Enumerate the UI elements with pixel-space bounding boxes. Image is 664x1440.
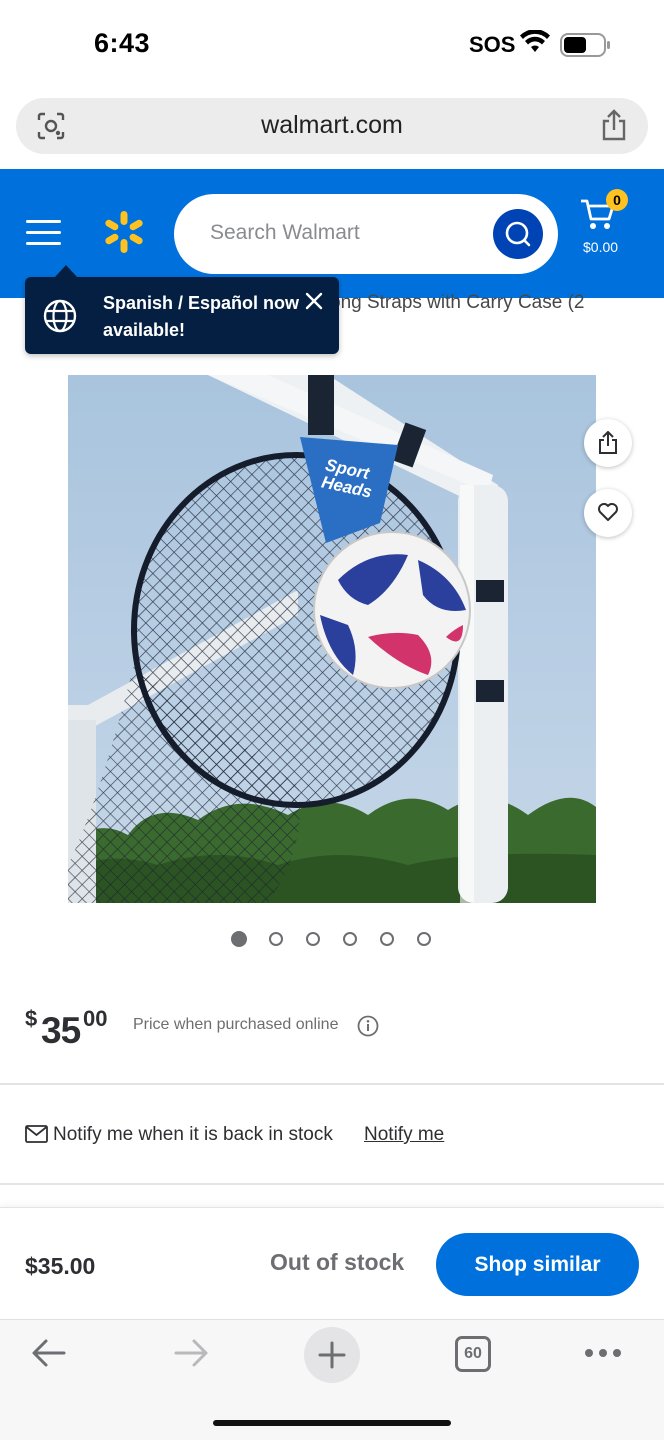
image-share-button[interactable] — [584, 419, 632, 467]
cart-button[interactable]: 0 $0.00 — [579, 189, 629, 259]
divider — [0, 1183, 664, 1185]
search-button[interactable] — [493, 209, 543, 259]
tooltip-text: Spanish / Español now available! — [103, 293, 300, 340]
price-cents: 00 — [83, 1006, 108, 1031]
forward-arrow-icon[interactable] — [172, 1334, 210, 1372]
status-bar: 6:43 SOS — [0, 0, 664, 90]
out-of-stock-label: Out of stock — [270, 1249, 405, 1275]
mail-icon — [25, 1125, 48, 1143]
search-input[interactable]: Search Walmart — [174, 194, 558, 274]
price-whole: 35 — [41, 1010, 81, 1051]
carousel-dot[interactable] — [343, 932, 357, 946]
heart-icon — [598, 503, 618, 521]
image-carousel-dots — [230, 931, 440, 948]
info-icon[interactable] — [357, 1015, 379, 1037]
product-image[interactable]: Sport Heads — [68, 375, 596, 903]
tooltip-arrow — [55, 265, 77, 277]
cart-total: $0.00 — [583, 239, 619, 255]
plus-icon — [318, 1341, 346, 1369]
share-icon[interactable] — [600, 109, 628, 141]
carousel-dot[interactable] — [306, 932, 320, 946]
divider — [0, 1083, 664, 1085]
language-tooltip: Spanish / Español now available! — [25, 265, 339, 354]
more-icon[interactable] — [584, 1348, 622, 1358]
status-carrier: SOS — [469, 32, 516, 57]
new-tab-button[interactable] — [304, 1327, 360, 1383]
back-arrow-icon[interactable] — [30, 1334, 68, 1372]
carousel-dot[interactable] — [417, 932, 431, 946]
search-icon — [505, 221, 531, 247]
notify-text: Notify me when it is back in stock — [53, 1124, 333, 1145]
shop-similar-button[interactable]: Shop similar — [436, 1233, 639, 1296]
share-icon — [599, 431, 617, 454]
notify-row: Notify me when it is back in stock Notif… — [25, 1122, 645, 1152]
menu-icon[interactable] — [26, 220, 61, 246]
globe-icon — [43, 299, 77, 333]
sticky-purchase-bar: $35.00 Out of stock Shop similar — [0, 1207, 664, 1319]
url-text[interactable]: walmart.com — [16, 111, 648, 140]
product-title: ong Straps with Carry Case (2 — [330, 292, 585, 313]
home-indicator — [213, 1420, 451, 1426]
favorite-button[interactable] — [584, 489, 632, 537]
search-placeholder: Search Walmart — [210, 221, 360, 244]
sticky-price: $35.00 — [25, 1253, 96, 1279]
close-icon[interactable] — [304, 291, 324, 311]
url-bar[interactable]: walmart.com — [16, 98, 648, 154]
price-note: Price when purchased online — [133, 1016, 339, 1033]
browser-toolbar: 60 — [0, 1319, 664, 1440]
cart-count-badge: 0 — [606, 189, 628, 211]
notify-me-link[interactable]: Notify me — [364, 1124, 444, 1146]
wifi-icon — [520, 30, 550, 52]
carousel-dot[interactable] — [380, 932, 394, 946]
carousel-dot[interactable] — [269, 932, 283, 946]
battery-icon — [560, 33, 610, 57]
walmart-spark-icon[interactable] — [102, 210, 146, 254]
carousel-dot[interactable] — [231, 931, 247, 947]
status-time: 6:43 — [94, 28, 151, 58]
tabs-icon[interactable]: 60 — [455, 1336, 491, 1372]
price-currency: $ — [25, 1006, 38, 1031]
